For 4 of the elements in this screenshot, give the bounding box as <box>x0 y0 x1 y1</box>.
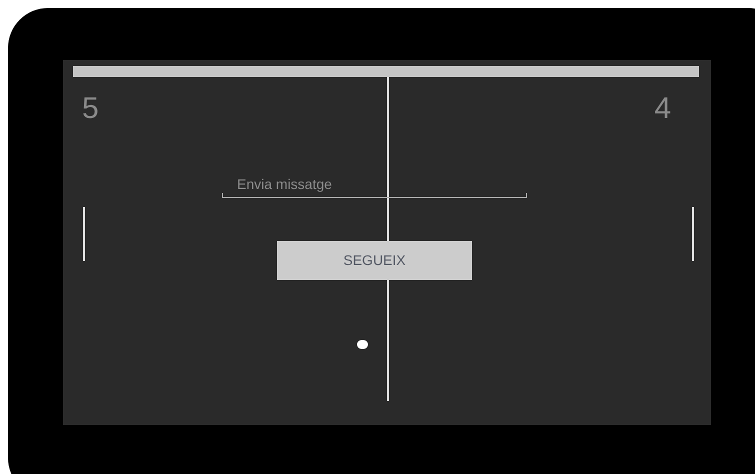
continue-button[interactable]: SEGUEIX <box>277 241 472 280</box>
message-field[interactable]: Envia missatge <box>222 170 527 198</box>
right-score: 4 <box>654 94 671 124</box>
left-score: 5 <box>82 94 99 124</box>
